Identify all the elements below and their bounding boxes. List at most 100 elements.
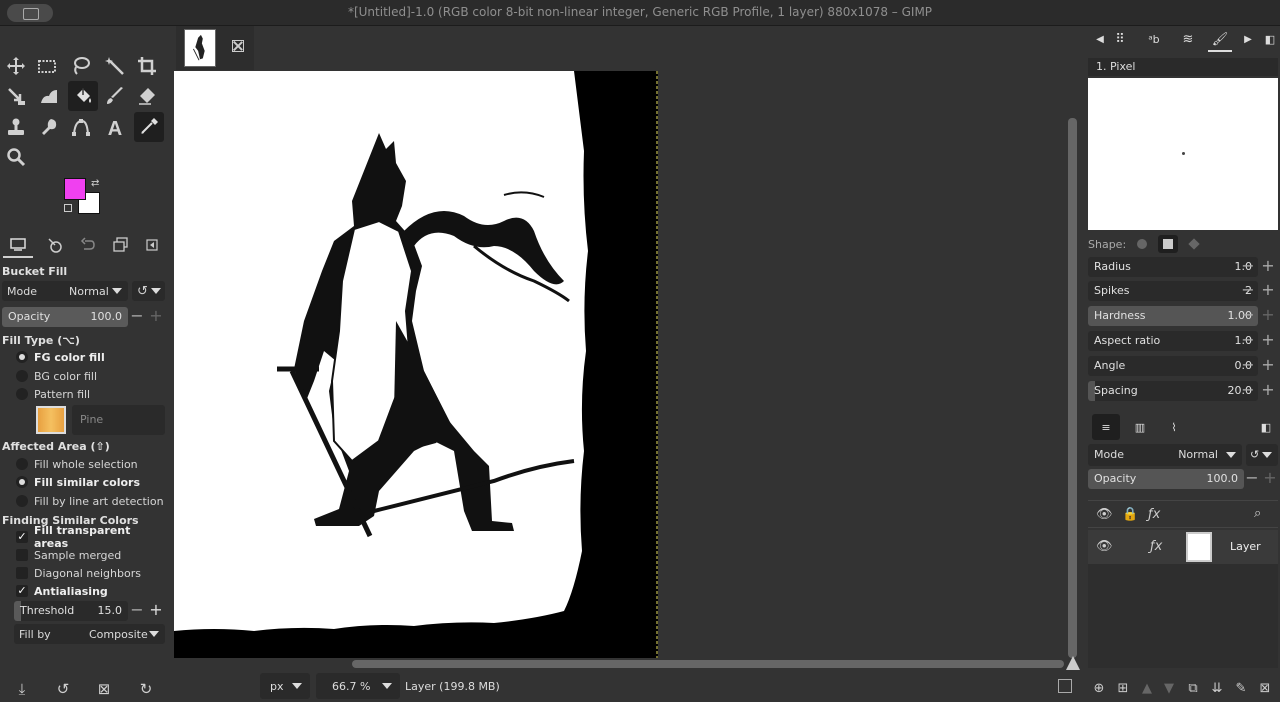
swap-colors-icon[interactable]: ⇄: [91, 178, 99, 189]
pattern-name-field[interactable]: Pine: [72, 405, 165, 435]
raise-layer-icon[interactable]: ▲: [1138, 681, 1156, 699]
navigate-icon[interactable]: [1066, 656, 1080, 670]
tab-scroll-right-icon[interactable]: ▶: [1236, 28, 1260, 52]
merge-layer-icon[interactable]: ⇊: [1208, 681, 1226, 699]
units-select[interactable]: px: [260, 673, 310, 699]
tab-images[interactable]: [106, 232, 136, 258]
radius-decrease-button[interactable]: −: [1240, 257, 1256, 277]
opacity-slider[interactable]: Opacity 100.0: [2, 307, 128, 327]
layer-opacity-slider[interactable]: Opacity 100.0: [1088, 469, 1244, 489]
hardness-increase-button[interactable]: +: [1260, 306, 1276, 326]
hardness-decrease-button[interactable]: −: [1240, 306, 1256, 326]
tab-tool-options[interactable]: [3, 232, 33, 258]
spacing-increase-button[interactable]: +: [1260, 381, 1276, 401]
angle-decrease-button[interactable]: −: [1240, 356, 1256, 376]
layer-mask-icon[interactable]: ✎: [1232, 681, 1250, 699]
brush-preview[interactable]: [1088, 78, 1278, 230]
tab-undo-history[interactable]: [73, 232, 103, 258]
threshold-slider[interactable]: Threshold 15.0: [14, 601, 128, 621]
smudge-tool-icon[interactable]: [36, 114, 62, 140]
mode-reset-button[interactable]: ↺: [132, 281, 165, 301]
brush-aspect-slider[interactable]: Aspect ratio 1.0: [1088, 331, 1258, 351]
tab-device-status[interactable]: [40, 232, 70, 258]
circle-shape-icon[interactable]: [1132, 235, 1152, 253]
spacing-decrease-button[interactable]: −: [1240, 381, 1256, 401]
spikes-decrease-button[interactable]: −: [1240, 281, 1256, 301]
fill-by-select[interactable]: Fill by Composite: [14, 624, 165, 644]
move-tool-icon[interactable]: [3, 53, 29, 79]
tab-brushes[interactable]: 🖌: [1208, 28, 1232, 52]
image-canvas[interactable]: [174, 71, 658, 658]
duplicate-layer-icon[interactable]: ⧉: [1184, 681, 1202, 699]
brush-angle-slider[interactable]: Angle 0.0: [1088, 356, 1258, 376]
check-sample-merged[interactable]: Sample merged: [16, 547, 121, 563]
tab-paths[interactable]: ⌇: [1160, 414, 1188, 440]
color-picker-tool-icon[interactable]: [134, 112, 164, 142]
clone-tool-icon[interactable]: [3, 114, 29, 140]
restore-options-icon[interactable]: ↺: [53, 680, 73, 700]
eraser-tool-icon[interactable]: [134, 83, 160, 109]
search-icon[interactable]: ⌕: [1254, 506, 1261, 521]
threshold-increase-button[interactable]: +: [148, 601, 164, 621]
radio-fill-whole-selection[interactable]: Fill whole selection: [16, 456, 138, 472]
threshold-decrease-button[interactable]: −: [129, 601, 145, 621]
radio-fill-similar-colors[interactable]: Fill similar colors: [16, 474, 140, 490]
crop-tool-icon[interactable]: [134, 53, 160, 79]
delete-layer-icon[interactable]: ⊠: [1256, 681, 1274, 699]
layer-opacity-decrease-button[interactable]: −: [1244, 469, 1260, 489]
visibility-eye-icon[interactable]: 👁: [1096, 539, 1113, 554]
tab-layers[interactable]: ≡: [1092, 414, 1120, 440]
paths-tool-icon[interactable]: [68, 114, 94, 140]
reset-colors-icon[interactable]: [64, 204, 72, 212]
radio-fg-color-fill[interactable]: FG color fill: [16, 349, 105, 365]
close-image-icon[interactable]: [232, 40, 244, 52]
brush-spikes-slider[interactable]: Spikes 2: [1088, 281, 1258, 301]
zoom-select[interactable]: 66.7 %: [316, 673, 400, 699]
layer-row[interactable]: 👁 ƒx Layer: [1088, 530, 1278, 564]
effects-fx-icon[interactable]: ƒx: [1150, 539, 1162, 554]
warp-tool-icon[interactable]: [36, 83, 62, 109]
mode-select[interactable]: Mode Normal: [2, 281, 128, 301]
new-layer-group-icon[interactable]: ⊞: [1114, 681, 1132, 699]
angle-increase-button[interactable]: +: [1260, 356, 1276, 376]
fg-bg-color-area[interactable]: ⇄: [64, 178, 104, 218]
tab-patterns[interactable]: ⠿: [1108, 28, 1132, 52]
dock-menu-icon[interactable]: ◧: [1258, 28, 1280, 52]
rect-select-tool-icon[interactable]: [34, 53, 60, 79]
free-select-tool-icon[interactable]: [68, 53, 94, 79]
radio-bg-color-fill[interactable]: BG color fill: [16, 368, 97, 384]
check-antialiasing[interactable]: ✓ Antialiasing: [16, 583, 108, 599]
dock-menu-icon[interactable]: [140, 232, 164, 258]
fuzzy-select-tool-icon[interactable]: [102, 53, 128, 79]
reset-options-icon[interactable]: ↻: [136, 680, 156, 700]
pattern-swatch[interactable]: [36, 406, 66, 434]
aspect-decrease-button[interactable]: −: [1240, 331, 1256, 351]
horizontal-scrollbar[interactable]: [352, 660, 1064, 668]
square-shape-icon[interactable]: [1158, 235, 1179, 253]
paintbrush-tool-icon[interactable]: [102, 83, 128, 109]
bucket-fill-tool-icon[interactable]: [68, 81, 98, 111]
brush-hardness-slider[interactable]: Hardness 1.00: [1088, 306, 1258, 326]
dock-menu-icon[interactable]: ◧: [1256, 414, 1276, 440]
opacity-decrease-button[interactable]: −: [129, 307, 145, 327]
opacity-increase-button[interactable]: +: [148, 307, 164, 327]
check-fill-transparent[interactable]: ✓ Fill transparent areas: [16, 524, 168, 550]
spikes-increase-button[interactable]: +: [1260, 281, 1276, 301]
quick-mask-icon[interactable]: [1058, 679, 1072, 693]
delete-options-icon[interactable]: ⊠: [94, 680, 114, 700]
text-tool-icon[interactable]: A: [102, 114, 128, 140]
brush-radius-slider[interactable]: Radius 1.0: [1088, 257, 1258, 277]
visibility-eye-icon[interactable]: 👁: [1096, 507, 1113, 522]
brush-spacing-slider[interactable]: Spacing 20.0: [1088, 381, 1258, 401]
effects-fx-icon[interactable]: ƒx: [1148, 507, 1160, 522]
radio-fill-by-line-art[interactable]: Fill by line art detection: [16, 493, 164, 509]
layer-mode-select[interactable]: Mode Normal: [1088, 444, 1242, 466]
layer-opacity-increase-button[interactable]: +: [1262, 469, 1278, 489]
tab-channels[interactable]: ▥: [1126, 414, 1154, 440]
unified-transform-tool-icon[interactable]: [3, 83, 29, 109]
radio-pattern-fill[interactable]: Pattern fill: [16, 386, 90, 402]
layer-list-empty-area[interactable]: [1088, 564, 1278, 668]
check-diagonal-neighbors[interactable]: Diagonal neighbors: [16, 565, 141, 581]
lock-icon[interactable]: 🔒: [1122, 507, 1138, 522]
save-options-icon[interactable]: ⤓: [12, 680, 32, 700]
